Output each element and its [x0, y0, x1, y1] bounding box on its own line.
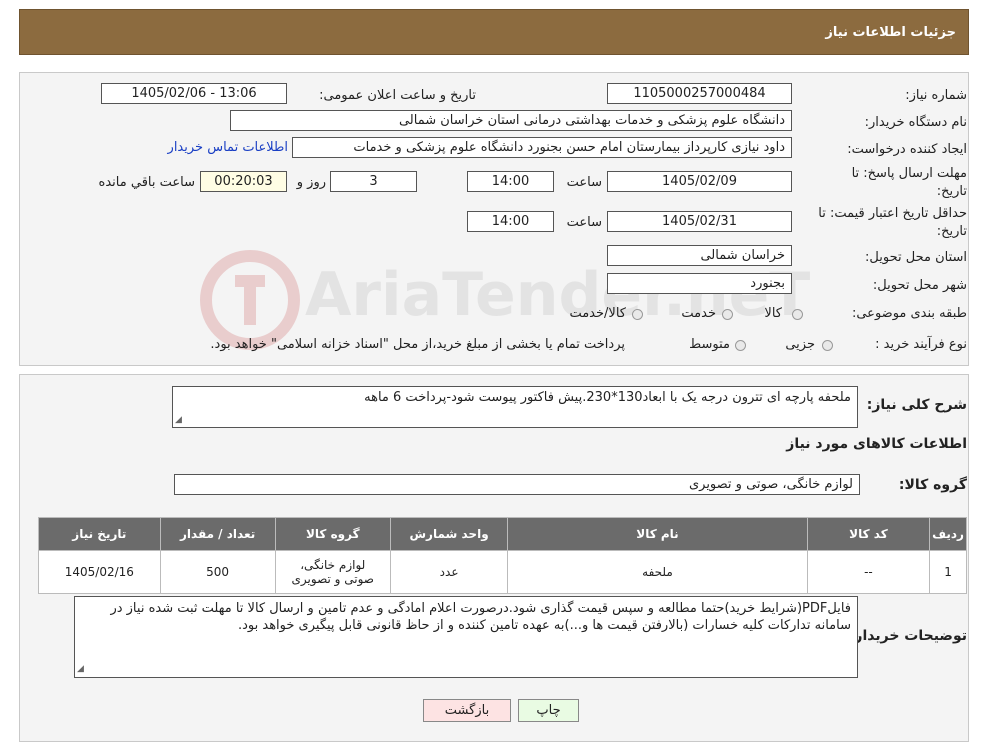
deadline-label-line2: تاریخ:	[936, 184, 967, 199]
province-field: خراسان شمالی	[607, 245, 792, 266]
description-label: شرح کلی نیاز:	[866, 397, 967, 413]
validity-time-label: ساعت	[566, 215, 602, 230]
goods-section-title: اطلاعات کالاهای مورد نیاز	[786, 436, 967, 452]
deadline-time-field: 14:00	[467, 171, 554, 192]
announce-field: 1405/02/06 - 13:06	[101, 83, 287, 104]
print-button[interactable]: چاپ	[518, 699, 579, 722]
remaining-time-field: 00:20:03	[200, 171, 287, 192]
days-field: 3	[330, 171, 417, 192]
buyer-org-field: دانشگاه علوم پزشکی و خدمات بهداشتی درمان…	[230, 110, 792, 131]
category-radio-goods-service[interactable]	[632, 309, 643, 320]
category-option-goods-service: کالا/خدمت	[569, 306, 626, 321]
buyer-notes-label: توضیحات خریدار:	[848, 628, 967, 644]
category-option-service: خدمت	[681, 306, 716, 321]
cell-code: --	[806, 550, 931, 594]
city-field: بجنورد	[607, 273, 792, 294]
table-header-row: ردیف کد کالا نام کالا واحد شمارش گروه کا…	[38, 517, 967, 551]
creator-label: ایجاد کننده درخواست:	[847, 142, 967, 157]
process-radio-medium[interactable]	[735, 340, 746, 351]
category-label: طبقه بندی موضوعی:	[851, 306, 967, 321]
buyer-contact-link[interactable]: اطلاعات تماس خریدار	[152, 140, 288, 155]
validity-label: حداقل تاریخ اعتبار قیمت: تا	[818, 206, 967, 221]
goods-group-label: گروه کالا:	[898, 477, 967, 493]
col-code: کد کالا	[806, 517, 931, 551]
remaining-label: ساعت باقي مانده	[98, 175, 195, 190]
validity-time-field: 14:00	[467, 211, 554, 232]
category-radio-goods[interactable]	[792, 309, 803, 320]
col-row: ردیف	[929, 517, 967, 551]
items-table-wrapper: ردیف کد کالا نام کالا واحد شمارش گروه کا…	[38, 517, 967, 594]
resize-grip-icon[interactable]: ◢	[175, 415, 182, 425]
col-unit: واحد شمارش	[389, 517, 509, 551]
need-number-field: 1105000257000484	[607, 83, 792, 104]
category-option-goods: کالا	[764, 306, 782, 321]
creator-field: داود نیازی کارپرداز بیمارستان امام حسن ب…	[292, 137, 792, 158]
process-note: پرداخت تمام یا بخشی از مبلغ خرید،از محل …	[210, 337, 625, 352]
validity-label-line2: تاریخ:	[936, 224, 967, 239]
deadline-label: مهلت ارسال پاسخ: تا	[851, 166, 967, 181]
back-button[interactable]: بازگشت	[423, 699, 511, 722]
page-title: جزئیات اطلاعات نیاز	[825, 25, 956, 40]
table-row: 1 -- ملحفه عدد لوازم خانگی، صوتی و تصویر…	[38, 550, 967, 594]
deadline-time-label: ساعت	[566, 175, 602, 190]
resize-grip-icon[interactable]: ◢	[77, 664, 84, 674]
cell-group: لوازم خانگی، صوتی و تصویری	[274, 550, 392, 594]
deadline-date-field: 1405/02/09	[607, 171, 792, 192]
goods-group-field: لوازم خانگی، صوتی و تصویری	[174, 474, 860, 495]
city-label: شهر محل تحویل:	[872, 278, 967, 293]
page-header: جزئیات اطلاعات نیاز	[19, 9, 969, 55]
col-group: گروه کالا	[274, 517, 392, 551]
items-table: ردیف کد کالا نام کالا واحد شمارش گروه کا…	[38, 517, 967, 594]
col-name: نام کالا	[507, 517, 808, 551]
validity-date-field: 1405/02/31	[607, 211, 792, 232]
cell-date: 1405/02/16	[38, 550, 161, 594]
cell-name: ملحفه	[507, 550, 808, 594]
process-option-medium: متوسط	[689, 337, 730, 352]
days-label: روز و	[296, 175, 326, 190]
process-radio-minor[interactable]	[822, 340, 833, 351]
announce-label: تاریخ و ساعت اعلان عمومی:	[319, 88, 476, 103]
cell-qty: 500	[159, 550, 276, 594]
buyer-notes-textarea[interactable]: فایلPDF(شرایط خرید)حتما مطالعه و سپس قیم…	[74, 596, 858, 678]
process-label: نوع فرآیند خرید :	[875, 337, 967, 352]
cell-row: 1	[929, 550, 967, 594]
category-radio-service[interactable]	[722, 309, 733, 320]
col-date: تاریخ نیاز	[38, 517, 161, 551]
col-qty: تعداد / مقدار	[159, 517, 276, 551]
process-option-minor: جزیی	[785, 337, 815, 352]
need-number-label: شماره نیاز:	[905, 88, 967, 103]
cell-unit: عدد	[389, 550, 509, 594]
description-textarea[interactable]: ملحفه پارچه ای تترون درجه یک با ابعاد130…	[172, 386, 858, 428]
buyer-org-label: نام دستگاه خریدار:	[864, 115, 967, 130]
province-label: استان محل تحویل:	[865, 250, 967, 265]
